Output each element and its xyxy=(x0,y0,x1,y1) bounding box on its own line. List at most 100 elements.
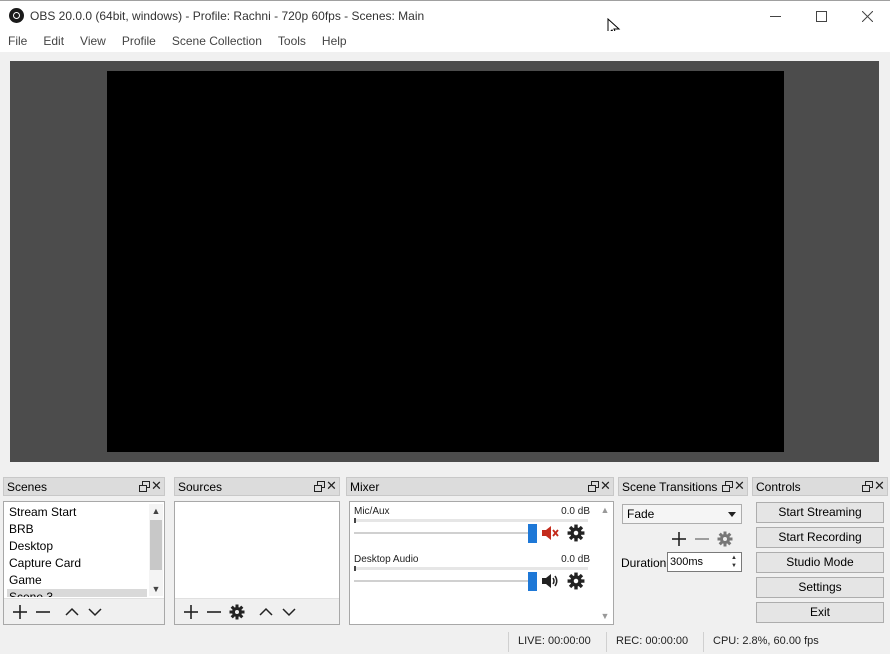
volume-slider[interactable] xyxy=(354,580,532,582)
undock-icon[interactable] xyxy=(862,481,873,492)
volume-meter xyxy=(354,567,588,570)
menu-edit[interactable]: Edit xyxy=(35,31,72,52)
transition-properties-button[interactable] xyxy=(713,528,736,550)
menu-scene-collection[interactable]: Scene Collection xyxy=(164,31,270,52)
maximize-button[interactable] xyxy=(798,1,844,31)
minimize-button[interactable] xyxy=(752,1,798,31)
move-source-up-button[interactable] xyxy=(254,601,277,623)
add-scene-button[interactable] xyxy=(8,601,31,623)
transitions-dock-header: Scene Transitions ✕ xyxy=(618,477,748,496)
minus-icon xyxy=(694,538,709,540)
controls-dock-title: Controls xyxy=(756,480,801,494)
scene-item[interactable]: Desktop xyxy=(7,538,147,555)
settings-button[interactable]: Settings xyxy=(756,577,884,598)
menu-tools[interactable]: Tools xyxy=(270,31,314,52)
scroll-up-icon[interactable]: ▲ xyxy=(598,503,612,517)
scrollbar-thumb[interactable] xyxy=(150,520,162,570)
menu-file[interactable]: File xyxy=(0,31,35,52)
minus-icon xyxy=(206,610,221,613)
start-recording-button[interactable]: Start Recording xyxy=(756,527,884,548)
add-transition-button[interactable] xyxy=(667,528,690,550)
mixer-scrollbar[interactable]: ▲ ▼ xyxy=(598,503,612,623)
speaker-icon[interactable] xyxy=(541,572,559,590)
move-scene-down-button[interactable] xyxy=(83,601,106,623)
scene-item[interactable]: Stream Start xyxy=(7,504,147,521)
duration-spinbox[interactable]: 300ms ▲ ▼ xyxy=(667,552,742,572)
undock-icon[interactable] xyxy=(722,481,733,492)
rec-timer: REC: 00:00:00 xyxy=(616,635,689,647)
scenes-list[interactable]: Stream Start BRB Desktop Capture Card Ga… xyxy=(7,504,147,597)
volume-slider-handle[interactable] xyxy=(528,572,537,591)
menu-help[interactable]: Help xyxy=(314,31,355,52)
menu-profile[interactable]: Profile xyxy=(114,31,164,52)
scene-item[interactable]: Game xyxy=(7,572,147,589)
start-streaming-button[interactable]: Start Streaming xyxy=(756,502,884,523)
live-timer: LIVE: 00:00:00 xyxy=(518,635,591,647)
mixer-dock: Mixer ✕ Mic/Aux 0.0 dB Desktop Audio 0.0… xyxy=(346,477,614,625)
cpu-fps-readout: CPU: 2.8%, 60.00 fps xyxy=(713,635,819,647)
close-dock-icon[interactable]: ✕ xyxy=(151,479,162,493)
gear-icon[interactable] xyxy=(567,524,585,542)
sources-toolbar xyxy=(175,598,339,624)
preview-canvas[interactable] xyxy=(107,71,784,452)
chevron-up-icon xyxy=(64,607,79,616)
scenes-panel: Stream Start BRB Desktop Capture Card Ga… xyxy=(3,501,165,625)
studio-mode-button[interactable]: Studio Mode xyxy=(756,552,884,573)
close-dock-icon[interactable]: ✕ xyxy=(874,479,885,493)
duration-value: 300ms xyxy=(670,556,704,568)
transition-select[interactable]: Fade xyxy=(622,504,742,524)
mixer-channel-desktop: Desktop Audio 0.0 dB xyxy=(354,554,590,602)
undock-icon[interactable] xyxy=(588,481,599,492)
volume-slider-handle[interactable] xyxy=(528,524,537,543)
preview-area[interactable] xyxy=(10,61,879,462)
scenes-toolbar xyxy=(4,598,164,624)
remove-scene-button[interactable] xyxy=(31,601,54,623)
obs-logo-icon xyxy=(9,8,24,23)
gear-icon xyxy=(717,531,732,547)
menu-view[interactable]: View xyxy=(72,31,114,52)
status-bar: LIVE: 00:00:00 REC: 00:00:00 CPU: 2.8%, … xyxy=(0,630,890,654)
channel-db: 0.0 dB xyxy=(561,506,590,517)
title-bar: OBS 20.0.0 (64bit, windows) - Profile: R… xyxy=(0,0,890,38)
move-scene-up-button[interactable] xyxy=(60,601,83,623)
minus-icon xyxy=(35,610,50,613)
menu-bar: File Edit View Profile Scene Collection … xyxy=(0,31,890,52)
undock-icon[interactable] xyxy=(314,481,325,492)
remove-source-button[interactable] xyxy=(202,601,225,623)
scene-item[interactable]: BRB xyxy=(7,521,147,538)
controls-panel: Start Streaming Start Recording Studio M… xyxy=(752,501,888,625)
dropdown-arrow-icon xyxy=(728,512,736,517)
scene-item-selected[interactable]: Scene 3 xyxy=(7,589,147,597)
sources-dock-title: Sources xyxy=(178,480,223,494)
scene-item[interactable]: Capture Card xyxy=(7,555,147,572)
mixer-panel: Mic/Aux 0.0 dB Desktop Audio 0.0 dB ▲ ▼ xyxy=(349,501,614,625)
add-source-button[interactable] xyxy=(179,601,202,623)
close-dock-icon[interactable]: ✕ xyxy=(734,479,745,493)
close-dock-icon[interactable]: ✕ xyxy=(600,479,611,493)
controls-dock-header: Controls ✕ xyxy=(752,477,888,496)
close-window-button[interactable] xyxy=(844,1,890,31)
scroll-down-icon[interactable]: ▼ xyxy=(149,582,163,596)
exit-button[interactable]: Exit xyxy=(756,602,884,623)
volume-slider[interactable] xyxy=(354,532,532,534)
plus-icon xyxy=(12,604,27,619)
scenes-scrollbar[interactable]: ▲ ▼ xyxy=(149,504,163,596)
close-dock-icon[interactable]: ✕ xyxy=(326,479,337,493)
mixer-dock-header: Mixer ✕ xyxy=(346,477,614,496)
minimize-icon xyxy=(769,15,781,17)
scroll-down-icon[interactable]: ▼ xyxy=(598,609,612,623)
undock-icon[interactable] xyxy=(139,481,150,492)
sources-panel[interactable] xyxy=(174,501,340,625)
chevron-down-icon xyxy=(281,607,296,616)
transitions-panel: Fade Duration 300ms ▲ ▼ xyxy=(618,501,748,625)
remove-transition-button[interactable] xyxy=(690,528,713,550)
window-title: OBS 20.0.0 (64bit, windows) - Profile: R… xyxy=(30,9,425,23)
source-properties-button[interactable] xyxy=(225,601,248,623)
muted-speaker-icon[interactable] xyxy=(541,524,559,542)
move-source-down-button[interactable] xyxy=(277,601,300,623)
spin-arrows-icon[interactable]: ▲ ▼ xyxy=(728,554,740,570)
scroll-up-icon[interactable]: ▲ xyxy=(149,504,163,518)
maximize-icon xyxy=(815,10,827,22)
gear-icon[interactable] xyxy=(567,572,585,590)
mixer-channel-mic: Mic/Aux 0.0 dB xyxy=(354,506,590,554)
